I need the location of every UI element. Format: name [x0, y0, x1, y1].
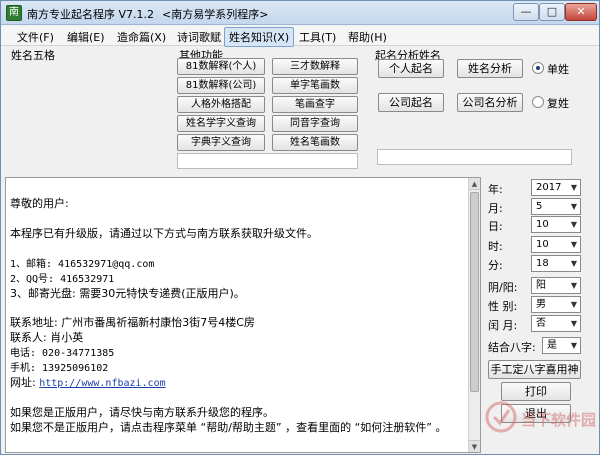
- menu-poetry[interactable]: 诗词歌赋: [173, 29, 225, 45]
- website-link[interactable]: http://www.nfbazi.com: [39, 378, 165, 389]
- leap-month-value: 否: [536, 318, 546, 329]
- scroll-thumb[interactable]: [470, 192, 479, 392]
- minute-label: 分:: [488, 259, 503, 272]
- maximize-button[interactable]: □: [539, 3, 565, 21]
- menu-tools[interactable]: 工具(T): [295, 29, 340, 45]
- msg-licensed: 如果您是正版用户，请尽快与南方联系升级您的程序。: [10, 406, 274, 419]
- month-label: 月:: [488, 202, 503, 215]
- msg-phone: 电话: 020-34771385: [10, 348, 115, 359]
- analysis-input-box[interactable]: [377, 149, 572, 165]
- menu-help[interactable]: 帮助(H): [344, 29, 391, 45]
- day-label: 日:: [488, 220, 503, 233]
- btn-stroke-lookup[interactable]: 笔画查字: [272, 96, 358, 113]
- window-title-sub: <南方易学系列程序>: [162, 8, 269, 21]
- msg-upgrade: 本程序已有升级版，请通过以下方式与南方联系获取升级文件。: [10, 227, 318, 240]
- msg-mail-cd: 3、邮寄光盘: 需要30元特快专递费(正版用户)。: [10, 287, 245, 300]
- scroll-down-icon[interactable]: ▼: [469, 440, 480, 452]
- leap-month-dropdown-icon: ▼: [570, 319, 577, 328]
- gender-value: 男: [536, 299, 546, 310]
- minute-dropdown-icon: ▼: [570, 259, 577, 268]
- minute-value: 18: [536, 258, 549, 269]
- title-bar: 南 南方专业起名程序 V7.1.2 <南方易学系列程序> — □ ✕: [1, 1, 599, 25]
- msg-email: 1、邮箱: 416532971@qq.com: [10, 259, 155, 270]
- hour-select[interactable]: 10 ▼: [531, 236, 581, 253]
- month-value: 5: [536, 201, 543, 212]
- gender-label: 性 别:: [488, 300, 518, 313]
- app-window: 南 南方专业起名程序 V7.1.2 <南方易学系列程序> — □ ✕ 文件(F) …: [0, 0, 600, 455]
- close-button[interactable]: ✕: [565, 3, 597, 21]
- month-select[interactable]: 5 ▼: [531, 198, 581, 215]
- menu-file[interactable]: 文件(F): [13, 29, 58, 45]
- bazi-select[interactable]: 是 ▼: [542, 337, 581, 354]
- year-dropdown-icon: ▼: [570, 183, 577, 192]
- btn-homophone[interactable]: 同音字查询: [272, 115, 358, 132]
- radio-double-surname[interactable]: [532, 96, 544, 108]
- msg-mobile: 手机: 13925096102: [10, 363, 109, 374]
- hour-value: 10: [536, 239, 549, 250]
- msg-address: 联系地址: 广州市番禺祈福新村康怡3街7号4楼C房: [10, 316, 255, 329]
- bazi-label: 结合八字:: [488, 341, 536, 354]
- leap-month-label: 闰 月:: [488, 319, 518, 332]
- btn-81-company[interactable]: 81数解释(公司): [177, 77, 265, 94]
- menu-zaoming[interactable]: 造命篇(X): [113, 29, 170, 45]
- menu-bar: 文件(F) 编辑(E) 造命篇(X) 诗词歌赋 姓名知识(X) 工具(T) 帮助…: [1, 26, 599, 47]
- msg-website: 网址: http://www.nfbazi.com: [10, 374, 166, 390]
- window-title: 南方专业起名程序 V7.1.2 <南方易学系列程序>: [27, 6, 268, 22]
- btn-81-personal[interactable]: 81数解释(个人): [177, 58, 265, 75]
- leap-month-select[interactable]: 否 ▼: [531, 315, 581, 332]
- yinyang-select[interactable]: 阳 ▼: [531, 277, 581, 294]
- radio-single-surname-label: 单姓: [547, 63, 569, 76]
- manual-bazi-button[interactable]: 手工定八字喜用神: [488, 360, 581, 379]
- msg-qq: 2、QQ号: 416532971: [10, 274, 115, 285]
- text-scrollbar[interactable]: ▲ ▼: [468, 178, 480, 452]
- msg-contact: 联系人: 肖小英: [10, 331, 84, 344]
- message-text-area[interactable]: 尊敬的用户: 本程序已有升级版，请通过以下方式与南方联系获取升级文件。 1、邮箱…: [5, 177, 481, 453]
- minute-select[interactable]: 18 ▼: [531, 255, 581, 272]
- btn-company-naming[interactable]: 公司起名: [378, 93, 444, 112]
- day-dropdown-icon: ▼: [570, 220, 577, 229]
- btn-name-strokes[interactable]: 姓名笔画数: [272, 134, 358, 151]
- btn-sancai[interactable]: 三才数解释: [272, 58, 358, 75]
- yinyang-dropdown-icon: ▼: [570, 281, 577, 290]
- btn-stroke-count[interactable]: 单字笔画数: [272, 77, 358, 94]
- btn-renge-waige[interactable]: 人格外格搭配: [177, 96, 265, 113]
- month-dropdown-icon: ▼: [570, 202, 577, 211]
- btn-company-analysis[interactable]: 公司名分析: [457, 93, 523, 112]
- minimize-button[interactable]: —: [513, 3, 539, 21]
- radio-double-surname-label: 复姓: [547, 97, 569, 110]
- gender-dropdown-icon: ▼: [570, 300, 577, 309]
- window-title-main: 南方专业起名程序 V7.1.2: [27, 8, 155, 21]
- msg-website-label: 网址:: [10, 376, 40, 389]
- menu-edit[interactable]: 编辑(E): [63, 29, 109, 45]
- scroll-up-icon[interactable]: ▲: [469, 178, 480, 190]
- day-select[interactable]: 10 ▼: [531, 216, 581, 233]
- msg-unlicensed: 如果您不是正版用户，请点击程序菜单 “帮助/帮助主题” ，查看里面的 “如何注册…: [10, 421, 447, 434]
- yinyang-value: 阳: [536, 280, 546, 291]
- watermark-logo: 当下软件园: [485, 397, 597, 437]
- year-label: 年:: [488, 183, 503, 196]
- menu-name-knowledge[interactable]: 姓名知识(X): [224, 27, 295, 47]
- app-icon: 南: [6, 5, 22, 21]
- btn-dictionary[interactable]: 字典字义查询: [177, 134, 265, 151]
- watermark-text: 当下软件园: [521, 411, 597, 429]
- wuge-group-title: 姓名五格: [11, 49, 55, 62]
- radio-single-surname[interactable]: [532, 62, 544, 74]
- gender-select[interactable]: 男 ▼: [531, 296, 581, 313]
- day-value: 10: [536, 219, 549, 230]
- btn-name-analysis[interactable]: 姓名分析: [457, 59, 523, 78]
- bazi-dropdown-icon: ▼: [570, 341, 577, 350]
- btn-meaning-lookup[interactable]: 姓名学字义查询: [177, 115, 265, 132]
- yinyang-label: 阴/阳:: [488, 281, 518, 294]
- btn-personal-naming[interactable]: 个人起名: [378, 59, 444, 78]
- msg-greeting: 尊敬的用户:: [10, 197, 69, 210]
- hour-dropdown-icon: ▼: [570, 240, 577, 249]
- hour-label: 时:: [488, 240, 503, 253]
- year-select[interactable]: 2017 ▼: [531, 179, 581, 196]
- other-input-box[interactable]: [177, 153, 358, 169]
- bazi-value: 是: [547, 340, 557, 351]
- year-value: 2017: [536, 182, 562, 193]
